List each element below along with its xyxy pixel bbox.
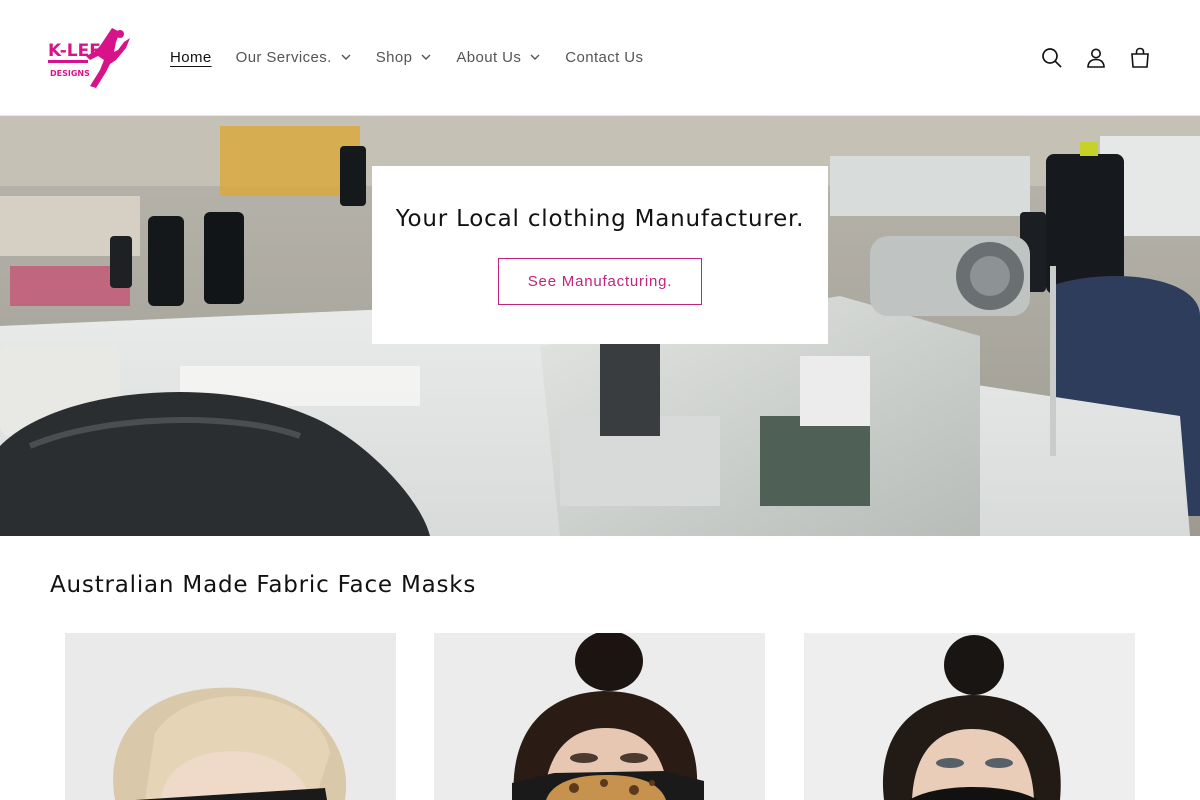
nav-item-label: Contact Us [565, 48, 644, 66]
nav-item-shop[interactable]: Shop [364, 36, 445, 78]
brand-logo[interactable]: K-LEE DESIGNS [48, 26, 132, 90]
search-icon[interactable] [1030, 36, 1074, 80]
nav-item-label: About Us [456, 48, 522, 66]
logo-graphic: K-LEE DESIGNS [48, 28, 130, 88]
chevron-down-icon [341, 54, 351, 60]
cart-icon[interactable] [1118, 36, 1162, 80]
logo-subtitle: DESIGNS [50, 69, 90, 78]
chevron-down-icon [421, 54, 431, 60]
hero-banner: Your Local clothing Manufacturer. See Ma… [0, 116, 1200, 536]
main-nav: Home Our Services. Shop About Us Contact Us [158, 36, 655, 78]
nav-item-contact-us[interactable]: Contact Us [553, 36, 655, 78]
hero-content-box: Your Local clothing Manufacturer. See Ma… [372, 166, 828, 344]
nav-item-label: Shop [375, 48, 413, 66]
hero-title: Your Local clothing Manufacturer. [395, 206, 805, 232]
nav-item-our-services[interactable]: Our Services. [224, 36, 364, 78]
product-image [804, 633, 1135, 800]
nav-item-label: Home [170, 48, 212, 66]
account-icon[interactable] [1074, 36, 1118, 80]
nav-item-home[interactable]: Home [158, 36, 224, 78]
product-image [65, 633, 396, 800]
chevron-down-icon [530, 54, 540, 60]
product-card-2[interactable] [434, 633, 765, 800]
header-icons [1030, 36, 1162, 80]
product-grid [65, 633, 1135, 800]
product-card-3[interactable] [804, 633, 1135, 800]
product-card-1[interactable] [65, 633, 396, 800]
nav-item-about-us[interactable]: About Us [444, 36, 553, 78]
nav-item-label: Our Services. [235, 48, 332, 66]
see-manufacturing-button[interactable]: See Manufacturing. [497, 258, 703, 305]
product-image [434, 633, 765, 800]
site-header: K-LEE DESIGNS Home Our Services. Shop About… [0, 0, 1200, 116]
logo-wordmark: K-LEE [48, 41, 101, 61]
collection-title: Australian Made Fabric Face Masks [50, 572, 477, 598]
